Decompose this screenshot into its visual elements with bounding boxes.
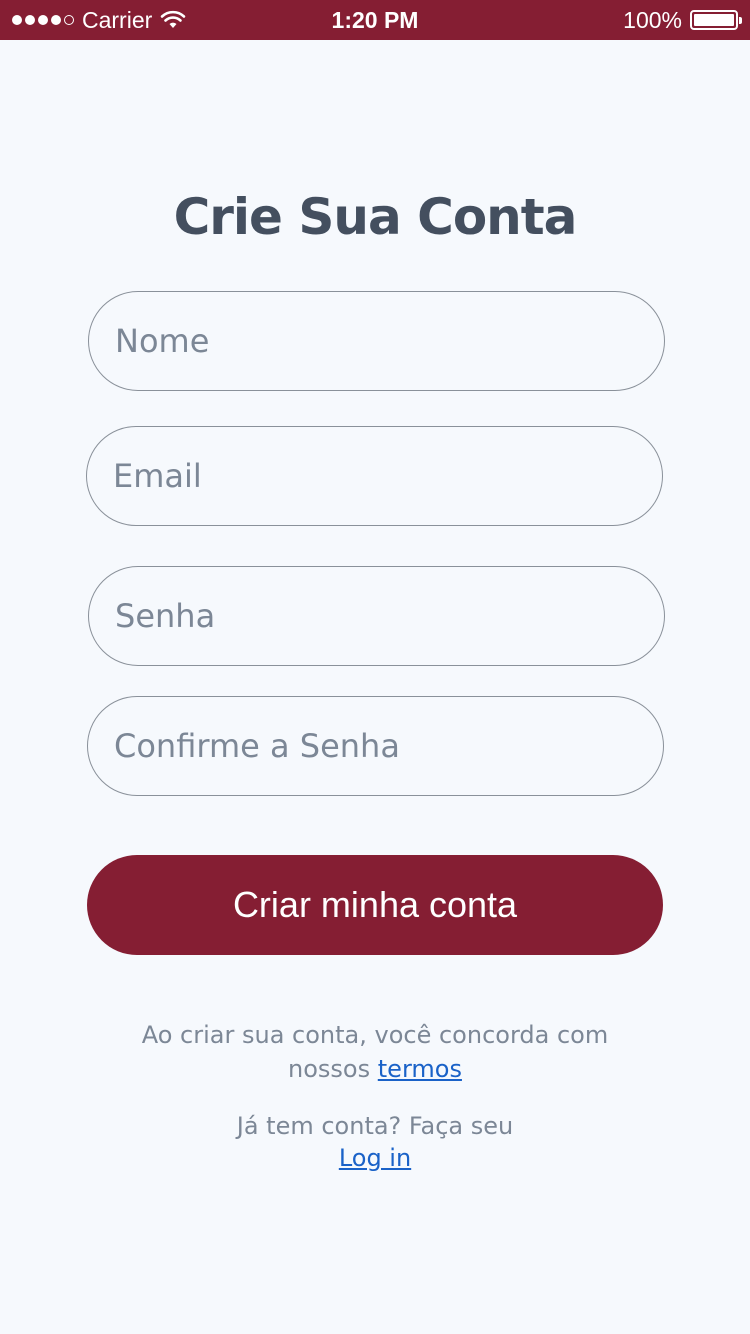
status-bar: Carrier 1:20 PM 100% (0, 0, 750, 40)
battery-icon (690, 10, 742, 30)
login-prompt-text: Já tem conta? Faça seu (236, 1112, 514, 1140)
email-input[interactable] (86, 426, 663, 526)
battery-tip (739, 17, 742, 24)
terms-notice: Ao criar sua conta, você concorda com no… (120, 1018, 630, 1086)
battery-fill (694, 14, 734, 26)
login-prompt: Já tem conta? Faça seu Log in (120, 1110, 630, 1174)
terms-line-2: nossos termos (120, 1052, 630, 1086)
password-input[interactable] (88, 566, 665, 666)
battery-percentage: 100% (623, 6, 682, 33)
create-account-button[interactable]: Criar minha conta (87, 855, 663, 955)
status-right: 100% (623, 0, 742, 40)
terms-prefix: nossos (288, 1055, 371, 1083)
name-input[interactable] (88, 291, 665, 391)
terms-line-1: Ao criar sua conta, você concorda com (141, 1021, 609, 1049)
login-link[interactable]: Log in (339, 1144, 411, 1172)
terms-link[interactable]: termos (378, 1055, 462, 1083)
page-title: Crie Sua Conta (173, 188, 578, 246)
confirm-password-input[interactable] (87, 696, 664, 796)
